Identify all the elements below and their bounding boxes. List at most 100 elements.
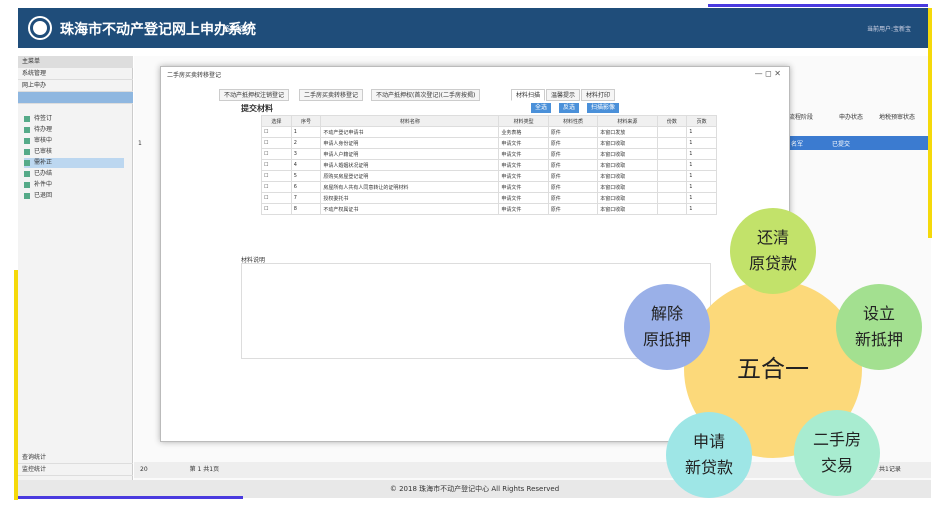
table-cell: 申请文件: [498, 192, 549, 204]
invert-button[interactable]: 反选: [559, 103, 580, 113]
table-cell: 申请文件: [498, 203, 549, 215]
table-cell: 申请文件: [498, 148, 549, 160]
person-icon: [24, 148, 30, 155]
column-header[interactable]: 份数: [656, 115, 688, 127]
column-header[interactable]: 页数: [686, 115, 717, 127]
table-row[interactable]: ☐ 4 申请人婚姻状况证明 申请文件 原件 本窗口收取 1: [261, 159, 717, 171]
table-row[interactable]: ☐ 7 授权委托书 申请文件 原件 本窗口收取 1: [261, 192, 717, 204]
row-checkbox[interactable]: ☐: [261, 148, 292, 160]
table-cell: 本窗口收取: [597, 192, 658, 204]
sidebar-subheader: [18, 92, 133, 104]
sidebar-item-monitor[interactable]: 监控统计: [18, 464, 133, 476]
sidebar-item-reviewed[interactable]: 已审核: [24, 147, 52, 157]
table-cell: [656, 137, 688, 149]
table-cell: 1: [686, 159, 717, 171]
table-cell: 1: [686, 148, 717, 160]
tab-print[interactable]: 材料打印: [581, 89, 616, 101]
table-row-selected[interactable]: 名军 已提交: [787, 136, 931, 150]
row-checkbox[interactable]: ☐: [261, 126, 292, 138]
window-controls-icon[interactable]: — ◻ ✕: [755, 69, 781, 78]
table-cell: 1: [686, 203, 717, 215]
table-row[interactable]: ☐ 6 房屋所有人共有人同意转让的证明材料 申请文件 原件 本窗口收取 1: [261, 181, 717, 193]
row-checkbox[interactable]: ☐: [261, 192, 292, 204]
logo-icon: [30, 18, 50, 38]
sidebar-menu-title: 主菜单: [18, 56, 133, 68]
table-cell: 申请文件: [498, 181, 549, 193]
table-cell: 不动产登记申请书: [320, 126, 500, 138]
table-cell: 3: [290, 148, 322, 160]
app-header: 珠海市不动产登记网上申办系统 － 签约银行 当前用户:宝新宝: [18, 8, 931, 48]
sidebar-item-todo[interactable]: 待办理: [24, 125, 52, 135]
column-header[interactable]: 材料来源: [597, 115, 658, 127]
tab-mortgage-first[interactable]: 不动产抵押权(首次登记)(二手房按揭): [371, 89, 481, 101]
table-cell: 5: [290, 170, 322, 182]
right-bubble: 设立 新抵押: [836, 284, 922, 370]
tab-mortgage-cancel[interactable]: 不动产抵押权注销登记: [219, 89, 290, 101]
sidebar-item-reviewing[interactable]: 审核中: [24, 136, 52, 146]
accent-bar: [708, 4, 928, 7]
sidebar-item-query[interactable]: 查询统计: [18, 452, 133, 464]
tab-tips[interactable]: 温馨提示: [546, 89, 581, 101]
table-row[interactable]: ☐ 3 申请人户籍证明 申请文件 原件 本窗口收取 1: [261, 148, 717, 160]
row-checkbox[interactable]: ☐: [261, 159, 292, 171]
table-header: 选择 序号 材料名称 材料类型 材料性质 材料来源 份数 页数: [261, 115, 717, 127]
column-header[interactable]: 材料类型: [498, 115, 549, 127]
column-header[interactable]: 选择: [261, 115, 292, 127]
row-name: 名军: [791, 141, 804, 148]
person-icon: [24, 115, 30, 122]
table-cell: 1: [686, 192, 717, 204]
sidebar-item-pending[interactable]: 待签订: [24, 114, 52, 124]
person-icon: [24, 126, 30, 133]
current-user[interactable]: 当前用户:宝新宝: [867, 24, 911, 33]
table-cell: [656, 170, 688, 182]
col-tax[interactable]: 地税预审状态: [879, 112, 915, 121]
select-all-button[interactable]: 全选: [531, 103, 552, 113]
dialog-title: 二手房买卖转移登记: [167, 72, 222, 79]
tab-scan[interactable]: 材料扫描: [511, 89, 546, 101]
col-status[interactable]: 申办状态: [839, 112, 863, 121]
row-checkbox[interactable]: ☐: [261, 170, 292, 182]
bottom-right-bubble: 二手房 交易: [794, 410, 880, 496]
table-cell: 7: [290, 192, 322, 204]
row-checkbox[interactable]: ☐: [261, 181, 292, 193]
column-header[interactable]: 材料名称: [320, 115, 500, 127]
table-cell: 原件: [547, 170, 599, 182]
scan-button[interactable]: 扫描影像: [587, 103, 620, 113]
sidebar-item-system[interactable]: 系统管理: [18, 68, 133, 80]
sidebar-item-correction[interactable]: 需补正: [24, 158, 124, 168]
table-cell: 房屋所有人共有人同意转让的证明材料: [320, 181, 500, 193]
table-cell: 申请文件: [498, 137, 549, 149]
table-row[interactable]: ☐ 1 不动产登记申请书 业务表格 原件 本窗口发放 1: [261, 126, 717, 138]
sidebar-item-online[interactable]: 网上申办: [18, 80, 133, 92]
table-cell: 本窗口收取: [597, 159, 658, 171]
page-size-select[interactable]: 20: [140, 466, 148, 473]
row-checkbox[interactable]: ☐: [261, 137, 292, 149]
table-row[interactable]: ☐ 5 原购买房屋登记证明 申请文件 原件 本窗口收取 1: [261, 170, 717, 182]
table-cell: 8: [290, 203, 322, 215]
table-row[interactable]: ☐ 2 申请人身份证明 申请文件 原件 本窗口收取 1: [261, 137, 717, 149]
table-cell: [656, 181, 688, 193]
sidebar-item-supplement[interactable]: 补件中: [24, 180, 52, 190]
table-row[interactable]: ☐ 8 不动产权属证书 申请文件 原件 本窗口收取 1: [261, 203, 717, 215]
table-cell: 申请人户籍证明: [320, 148, 500, 160]
accent-bar: [14, 270, 18, 500]
column-header[interactable]: 序号: [290, 115, 322, 127]
materials-table: 选择 序号 材料名称 材料类型 材料性质 材料来源 份数 页数 ☐ 1 不动产登记申请书 业务表格原…: [261, 115, 717, 215]
sidebar-item-returned[interactable]: 已退回: [24, 191, 52, 201]
table-cell: 4: [290, 159, 322, 171]
row-status: 已提交: [832, 141, 851, 148]
table-cell: 1: [290, 126, 322, 138]
table-cell: 本窗口收取: [597, 148, 658, 160]
table-cell: 1: [686, 126, 717, 138]
table-cell: [656, 126, 688, 138]
sidebar-item-done[interactable]: 已办结: [24, 169, 52, 179]
tab-transfer[interactable]: 二手房买卖转移登记: [299, 89, 364, 101]
row-checkbox[interactable]: ☐: [261, 203, 292, 215]
col-stage[interactable]: 流程阶段: [789, 112, 813, 121]
table-cell: 申请人婚姻状况证明: [320, 159, 500, 171]
page-input[interactable]: 1: [198, 466, 202, 473]
table-cell: 2: [290, 137, 322, 149]
column-header[interactable]: 材料性质: [547, 115, 599, 127]
table-cell: 原件: [547, 181, 599, 193]
table-cell: 原件: [547, 137, 599, 149]
